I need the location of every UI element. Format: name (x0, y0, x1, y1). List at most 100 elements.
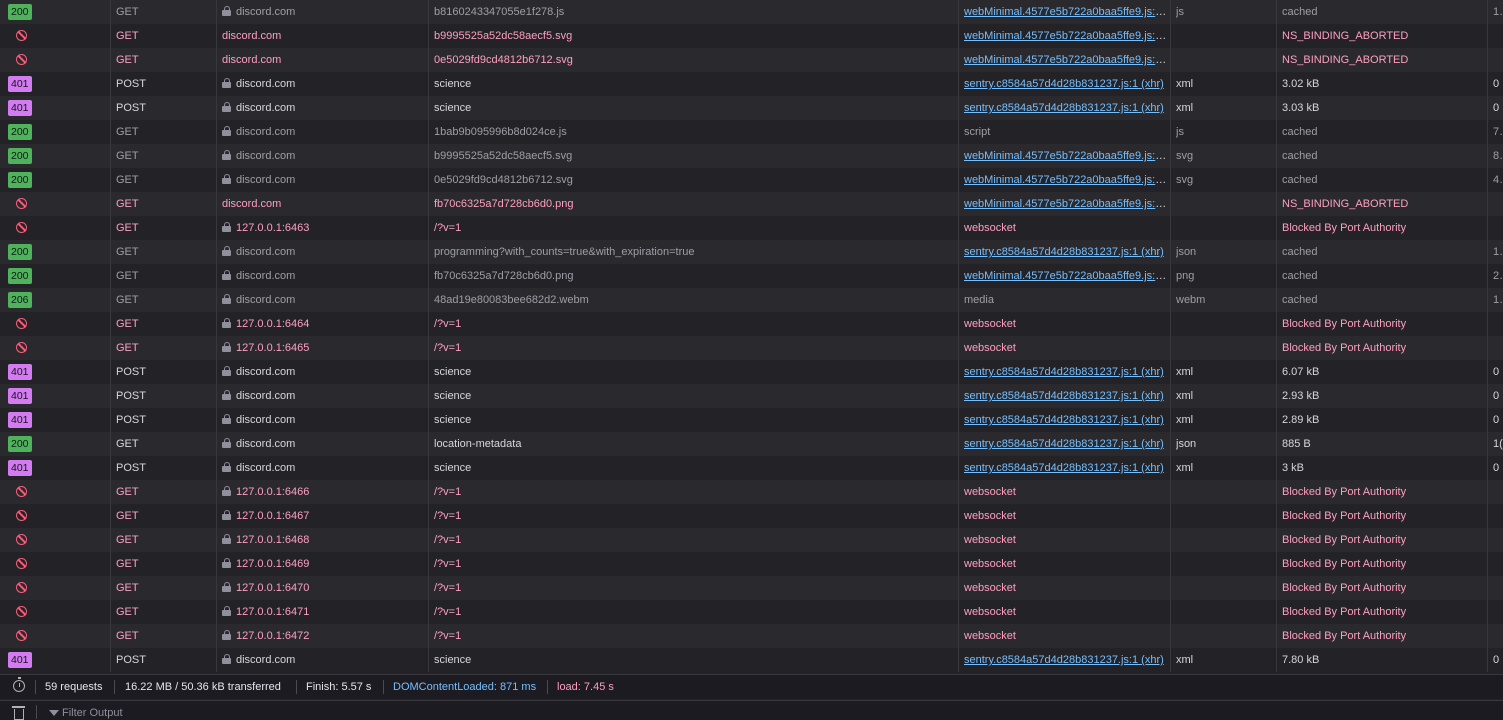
transferred-cell: NS_BINDING_ABORTED (1282, 24, 1487, 48)
request-row[interactable]: 401 POST discord.com science sentry.c8584a57… (0, 456, 1503, 480)
transferred-cell-text: cached (1282, 270, 1318, 282)
file-cell: b9995525a52dc58aecf5.svg (434, 144, 956, 168)
initiator-cell[interactable]: webMinimal.4577e5b722a0baa5ffe9.js:1 (im… (964, 48, 1169, 72)
request-row[interactable]: GET 127.0.0.1:6464 /?v=1 websocket Blocked B… (0, 312, 1503, 336)
initiator-cell[interactable]: sentry.c8584a57d4d28b831237.js:1 (xhr) (964, 432, 1169, 456)
initiator-cell: script (964, 120, 1169, 144)
request-row[interactable]: 401 POST discord.com science sentry.c8584a57… (0, 384, 1503, 408)
type-cell-text: xml (1176, 366, 1194, 378)
status-cell: 401 (4, 360, 110, 384)
request-row[interactable]: 401 POST discord.com science sentry.c8584a57… (0, 408, 1503, 432)
initiator-link[interactable]: sentry.c8584a57d4d28b831237.js:1 (xhr) (964, 462, 1164, 474)
initiator-cell[interactable]: webMinimal.4577e5b722a0baa5ffe9.js:1 (im… (964, 192, 1169, 216)
initiator-cell[interactable]: sentry.c8584a57d4d28b831237.js:1 (xhr) (964, 360, 1169, 384)
lock-icon (222, 126, 231, 136)
request-row[interactable]: 200 GET discord.com programming?with_counts… (0, 240, 1503, 264)
initiator-cell[interactable]: sentry.c8584a57d4d28b831237.js:1 (xhr) (964, 456, 1169, 480)
request-row[interactable]: 401 POST discord.com science sentry.c8584a57… (0, 360, 1503, 384)
column-divider (1487, 0, 1488, 672)
initiator-link[interactable]: sentry.c8584a57d4d28b831237.js:1 (xhr) (964, 438, 1164, 450)
initiator-link[interactable]: webMinimal.4577e5b722a0baa5ffe9.js:1 (im… (964, 198, 1169, 210)
method-cell: GET (116, 432, 216, 456)
request-row[interactable]: GET 127.0.0.1:6468 /?v=1 websocket Blocked B… (0, 528, 1503, 552)
file-cell: /?v=1 (434, 600, 956, 624)
request-row[interactable]: 200 GET discord.com fb70c6325a7d728cb6d0.pn… (0, 264, 1503, 288)
request-table: 200 GET discord.com b8160243347055e1f278.js… (0, 0, 1503, 672)
request-row[interactable]: 401 POST discord.com science sentry.c8584a57… (0, 96, 1503, 120)
size-cell-text: 1.… (1493, 246, 1503, 258)
transferred-cell: 3.02 kB (1282, 72, 1487, 96)
initiator-text: script (964, 126, 991, 138)
status-cell: 401 (4, 96, 110, 120)
method-cell-text: GET (116, 126, 139, 138)
request-row[interactable]: GET 127.0.0.1:6466 /?v=1 websocket Blocked B… (0, 480, 1503, 504)
lock-icon (222, 318, 231, 328)
request-row[interactable]: GET 127.0.0.1:6472 /?v=1 websocket Blocked B… (0, 624, 1503, 648)
initiator-cell[interactable]: sentry.c8584a57d4d28b831237.js:1 (xhr) (964, 648, 1169, 672)
file-cell: location-metadata (434, 432, 956, 456)
method-cell: GET (116, 552, 216, 576)
initiator-link[interactable]: webMinimal.4577e5b722a0baa5ffe9.js:1 (im… (964, 150, 1169, 162)
initiator-cell[interactable]: sentry.c8584a57d4d28b831237.js:1 (xhr) (964, 96, 1169, 120)
request-row[interactable]: GET discord.com fb70c6325a7d728cb6d0.png we… (0, 192, 1503, 216)
request-row[interactable]: GET 127.0.0.1:6467 /?v=1 websocket Blocked B… (0, 504, 1503, 528)
request-row[interactable]: GET discord.com 0e5029fd9cd4812b6712.svg we… (0, 48, 1503, 72)
request-row[interactable]: 401 POST discord.com science sentry.c8584a57… (0, 648, 1503, 672)
type-cell: svg (1176, 144, 1276, 168)
stopwatch-icon[interactable] (13, 677, 25, 692)
request-row[interactable]: GET 127.0.0.1:6463 /?v=1 websocket Blocked B… (0, 216, 1503, 240)
file-cell-text: fb70c6325a7d728cb6d0.png (434, 270, 574, 282)
initiator-cell[interactable]: webMinimal.4577e5b722a0baa5ffe9.js:1 (im… (964, 24, 1169, 48)
initiator-link[interactable]: sentry.c8584a57d4d28b831237.js:1 (xhr) (964, 246, 1164, 258)
transferred-cell-text: Blocked By Port Authority (1282, 558, 1407, 570)
initiator-text: websocket (964, 318, 1016, 330)
initiator-cell[interactable]: sentry.c8584a57d4d28b831237.js:1 (xhr) (964, 384, 1169, 408)
initiator-link[interactable]: webMinimal.4577e5b722a0baa5ffe9.js:1 (im… (964, 54, 1169, 66)
initiator-link[interactable]: sentry.c8584a57d4d28b831237.js:1 (xhr) (964, 366, 1164, 378)
initiator-link[interactable]: sentry.c8584a57d4d28b831237.js:1 (xhr) (964, 414, 1164, 426)
request-row[interactable]: GET 127.0.0.1:6465 /?v=1 websocket Blocked B… (0, 336, 1503, 360)
initiator-link[interactable]: sentry.c8584a57d4d28b831237.js:1 (xhr) (964, 78, 1164, 90)
initiator-cell[interactable]: sentry.c8584a57d4d28b831237.js:1 (xhr) (964, 408, 1169, 432)
method-cell: GET (116, 576, 216, 600)
size-cell-text: 16… (1493, 294, 1503, 306)
request-row[interactable]: GET 127.0.0.1:6469 /?v=1 websocket Blocked B… (0, 552, 1503, 576)
request-row[interactable]: 200 GET discord.com location-metadata sentry… (0, 432, 1503, 456)
initiator-link[interactable]: webMinimal.4577e5b722a0baa5ffe9.js:1 (im… (964, 6, 1169, 18)
lock-icon (222, 630, 231, 640)
file-cell: science (434, 72, 956, 96)
type-cell (1176, 24, 1276, 48)
initiator-link[interactable]: webMinimal.4577e5b722a0baa5ffe9.js:1 (im… (964, 174, 1169, 186)
request-row[interactable]: 200 GET discord.com b8160243347055e1f278.js… (0, 0, 1503, 24)
method-cell-text: GET (116, 6, 139, 18)
initiator-cell[interactable]: webMinimal.4577e5b722a0baa5ffe9.js:1 (im… (964, 144, 1169, 168)
request-row[interactable]: 200 GET discord.com 0e5029fd9cd4812b6712.sv… (0, 168, 1503, 192)
initiator-cell[interactable]: sentry.c8584a57d4d28b831237.js:1 (xhr) (964, 72, 1169, 96)
size-cell: 0 (1493, 360, 1503, 384)
size-cell (1493, 216, 1503, 240)
request-row[interactable]: 200 GET discord.com b9995525a52dc58aecf5.sv… (0, 144, 1503, 168)
type-cell (1176, 312, 1276, 336)
initiator-link[interactable]: webMinimal.4577e5b722a0baa5ffe9.js:1 (im… (964, 270, 1169, 282)
initiator-cell[interactable]: webMinimal.4577e5b722a0baa5ffe9.js:1 (im… (964, 168, 1169, 192)
initiator-cell[interactable]: sentry.c8584a57d4d28b831237.js:1 (xhr) (964, 240, 1169, 264)
method-cell-text: GET (116, 318, 139, 330)
initiator-cell[interactable]: webMinimal.4577e5b722a0baa5ffe9.js:1 (im… (964, 264, 1169, 288)
request-row[interactable]: 401 POST discord.com science sentry.c8584a57… (0, 72, 1503, 96)
request-row[interactable]: GET 127.0.0.1:6470 /?v=1 websocket Blocked B… (0, 576, 1503, 600)
initiator-link[interactable]: sentry.c8584a57d4d28b831237.js:1 (xhr) (964, 102, 1164, 114)
initiator-link[interactable]: webMinimal.4577e5b722a0baa5ffe9.js:1 (im… (964, 30, 1169, 42)
initiator-cell[interactable]: webMinimal.4577e5b722a0baa5ffe9.js:1 (im… (964, 0, 1169, 24)
initiator-text: websocket (964, 534, 1016, 546)
transferred-cell-text: cached (1282, 126, 1318, 138)
request-row[interactable]: GET discord.com b9995525a52dc58aecf5.svg we… (0, 24, 1503, 48)
trash-icon[interactable] (12, 706, 25, 720)
request-row[interactable]: GET 127.0.0.1:6471 /?v=1 websocket Blocked B… (0, 600, 1503, 624)
initiator-link[interactable]: sentry.c8584a57d4d28b831237.js:1 (xhr) (964, 390, 1164, 402)
request-row[interactable]: 200 GET discord.com 1bab9b095996b8d024ce.js… (0, 120, 1503, 144)
domain-cell: 127.0.0.1:6464 (222, 312, 427, 336)
filter-output-input[interactable] (62, 705, 362, 720)
lock-icon (222, 534, 231, 544)
initiator-link[interactable]: sentry.c8584a57d4d28b831237.js:1 (xhr) (964, 654, 1164, 666)
request-row[interactable]: 206 GET discord.com 48ad19e80083bee682d2.we… (0, 288, 1503, 312)
